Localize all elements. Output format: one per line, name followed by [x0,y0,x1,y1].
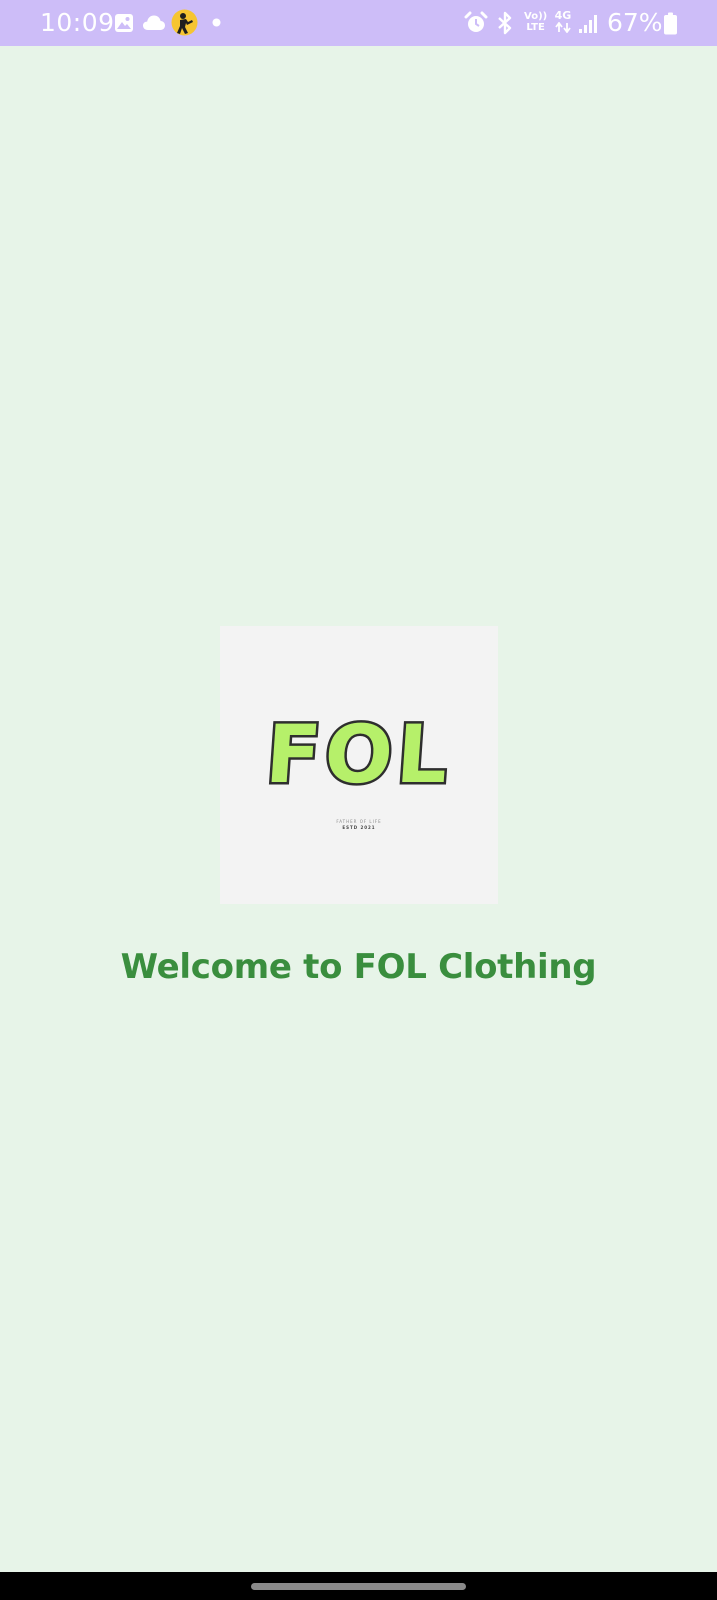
signal-icon [579,15,597,33]
home-handle[interactable] [251,1583,466,1590]
volte-label-top: Vo)) [524,11,548,22]
bluetooth-icon [498,11,512,35]
battery-percent: 67% [607,8,663,37]
battery-icon [664,12,677,35]
app-notification-icon [171,9,198,36]
status-time: 10:09 [40,8,115,37]
network-type: 4G [554,9,572,22]
dot-icon [212,18,221,27]
logo-brand-text: FOL [260,706,457,804]
logo-tagline: FATHER OF LIFE [336,819,382,824]
4g-data-icon: 4G [554,10,572,33]
gallery-icon [115,14,133,32]
splash-screen: 10:09 Vo)) LTE 4G 67% FOL FATHER OF LIFE… [0,0,717,1600]
welcome-title: Welcome to FOL Clothing [120,947,597,987]
logo-established: ESTD 2021 [342,825,376,830]
data-arrows-icon [555,22,571,33]
brand-logo: FOL FATHER OF LIFE ESTD 2021 [220,626,498,904]
status-bar: 10:09 Vo)) LTE 4G 67% [0,0,717,46]
alarm-icon [464,11,488,32]
cloud-icon [143,15,165,30]
navigation-bar [0,1572,717,1600]
volte-label-bottom: LTE [526,22,545,33]
